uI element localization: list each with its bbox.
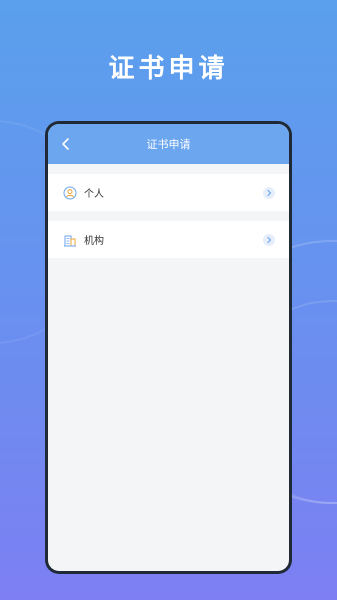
list-item-label: 机构	[84, 236, 104, 247]
application-type-list: 个人 机构	[48, 174, 289, 258]
back-button[interactable]	[54, 132, 78, 156]
phone-frame: 证书申请 个人 机构	[45, 121, 292, 574]
chevron-left-icon	[62, 138, 69, 150]
building-icon	[62, 232, 78, 248]
hero-title: 证书申请	[108, 54, 229, 84]
list-item-label: 个人	[84, 189, 104, 200]
person-icon	[62, 185, 78, 201]
list-item-personal[interactable]: 个人	[48, 174, 289, 211]
navbar: 证书申请	[48, 124, 289, 164]
list-item-organization[interactable]: 机构	[48, 221, 289, 258]
phone-screen: 证书申请 个人 机构	[48, 124, 289, 571]
chevron-right-icon	[263, 186, 275, 199]
chevron-right-icon	[263, 233, 275, 246]
navbar-title: 证书申请	[146, 138, 191, 151]
